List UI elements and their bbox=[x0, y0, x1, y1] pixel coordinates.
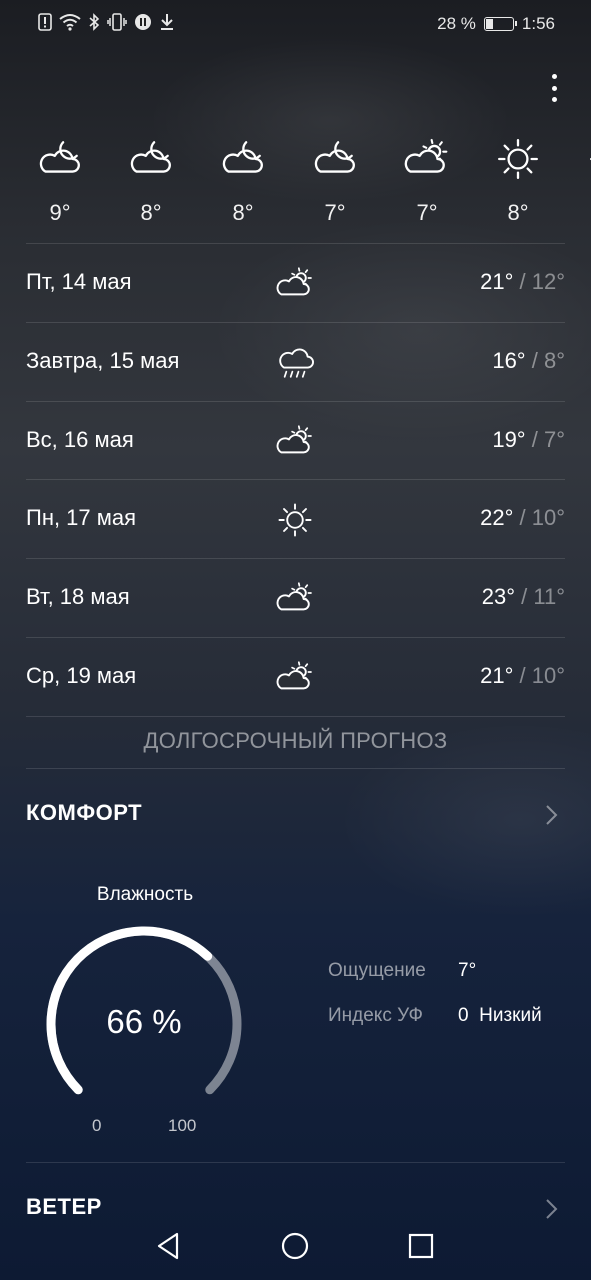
clock: 1:56 bbox=[521, 14, 555, 33]
home-icon[interactable] bbox=[279, 1230, 311, 1262]
battery-icon bbox=[483, 17, 517, 31]
uv-index-value: 0 Низкий bbox=[458, 1005, 542, 1027]
wind-chevron-icon[interactable] bbox=[541, 1197, 561, 1221]
recents-icon[interactable] bbox=[405, 1230, 437, 1262]
day-name: Пт, 14 мая bbox=[26, 269, 132, 294]
hourly-temp: 8° bbox=[140, 200, 162, 225]
rain-icon bbox=[276, 344, 314, 387]
gauge-min-label: 0 bbox=[92, 1116, 102, 1135]
high-temp: 19° bbox=[492, 426, 526, 452]
high-temp: 22° bbox=[480, 505, 514, 531]
hourly-item: 9° bbox=[30, 136, 90, 226]
hourly-temp: 8° bbox=[232, 200, 254, 225]
bluetooth-icon bbox=[89, 13, 100, 31]
battery-percent: 28 % bbox=[437, 14, 476, 33]
day-temps: 19° / 7° bbox=[492, 426, 565, 452]
high-temp: 21° bbox=[480, 269, 514, 294]
hourly-item: 8° bbox=[488, 136, 548, 226]
hourly-item: 8° bbox=[121, 136, 181, 226]
hourly-item: 8° bbox=[213, 136, 273, 226]
day-name: Вт, 18 мая bbox=[26, 584, 130, 610]
low-temp: 7° bbox=[543, 426, 565, 452]
back-icon[interactable] bbox=[153, 1230, 185, 1262]
feels-like-label: Ощущение bbox=[328, 960, 426, 981]
day-name: Ср, 19 мая bbox=[26, 663, 137, 688]
divider bbox=[26, 768, 565, 769]
sun-icon bbox=[276, 501, 314, 544]
alert-icon bbox=[38, 13, 52, 31]
divider bbox=[26, 1162, 565, 1163]
night-partly-cloudy-icon bbox=[305, 136, 365, 182]
daily-row[interactable]: Вс, 16 мая 19° / 7° bbox=[26, 401, 565, 479]
gauge-max-label: 100 bbox=[168, 1116, 197, 1135]
wifi-icon bbox=[59, 14, 81, 31]
day-temps: 23° / 11° bbox=[481, 584, 565, 610]
low-temp: 10° bbox=[531, 505, 565, 531]
hourly-temp: 7° bbox=[416, 200, 438, 225]
night-partly-cloudy-icon bbox=[30, 136, 90, 182]
daily-row[interactable]: Пн, 17 мая 22° / 10° bbox=[26, 479, 565, 557]
more-options-button[interactable] bbox=[544, 72, 564, 104]
feels-like-value: 7° bbox=[458, 960, 477, 981]
day-name: Вс, 16 мая bbox=[26, 426, 134, 452]
low-temp: 12° bbox=[531, 269, 565, 294]
comfort-title[interactable]: КОМФОРТ bbox=[26, 800, 142, 826]
high-temp: 21° bbox=[480, 663, 514, 688]
download-icon bbox=[161, 14, 173, 30]
partly-sunny-icon bbox=[276, 265, 314, 308]
day-temps: 21° / 12° bbox=[480, 269, 565, 294]
uv-index-level: Низкий bbox=[479, 1005, 542, 1026]
day-name: Пн, 17 мая bbox=[26, 505, 137, 531]
status-bar: 28 % 1:56 bbox=[0, 0, 591, 48]
partly-sunny-icon bbox=[276, 580, 314, 623]
daily-row[interactable]: Завтра, 15 мая 16° / 8° bbox=[26, 322, 565, 400]
day-temps: 16° / 8° bbox=[492, 347, 565, 373]
partial-hourly-item bbox=[580, 136, 591, 182]
navigation-bar bbox=[0, 1222, 591, 1270]
status-right: 28 % 1:56 bbox=[437, 14, 555, 34]
uv-index-label: Индекс УФ bbox=[328, 1005, 423, 1026]
divider bbox=[26, 715, 565, 717]
sun-icon bbox=[488, 136, 548, 182]
day-temps: 22° / 10° bbox=[480, 505, 565, 531]
hourly-temp: 7° bbox=[324, 200, 346, 225]
pause-circle-icon bbox=[135, 14, 151, 30]
comfort-chevron-icon[interactable] bbox=[541, 803, 561, 827]
long-term-forecast-link[interactable]: ДОЛГОСРОЧНЫЙ ПРОГНОЗ bbox=[0, 728, 591, 754]
high-temp: 23° bbox=[481, 584, 516, 610]
uv-index-number: 0 bbox=[458, 1005, 469, 1026]
day-temps: 21° / 10° bbox=[480, 663, 565, 688]
hourly-temp: 8° bbox=[507, 200, 529, 225]
low-temp: 10° bbox=[531, 663, 565, 688]
daily-row[interactable]: Вт, 18 мая 23° / 11° bbox=[26, 558, 565, 636]
night-partly-cloudy-icon bbox=[121, 136, 181, 182]
hourly-item: 7° bbox=[397, 136, 457, 226]
low-temp: 11° bbox=[533, 584, 565, 610]
partly-sunny-icon bbox=[276, 659, 314, 702]
status-icons bbox=[38, 13, 175, 31]
partly-sunny-icon bbox=[397, 136, 457, 182]
daily-row[interactable]: Пт, 14 мая 21° / 12° bbox=[26, 243, 565, 321]
humidity-label: Влажность bbox=[96, 884, 194, 905]
daily-row[interactable]: Ср, 19 мая 21° / 10° bbox=[26, 637, 565, 715]
hourly-temp: 9° bbox=[49, 200, 71, 225]
humidity-value: 66 % bbox=[106, 1003, 182, 1040]
high-temp: 16° bbox=[492, 347, 526, 373]
low-temp: 8° bbox=[543, 347, 565, 373]
wind-title[interactable]: ВЕТЕР bbox=[26, 1194, 102, 1220]
hourly-forecast[interactable]: 9° 8° 8° 7° 7° 8° bbox=[0, 136, 591, 236]
partly-sunny-icon bbox=[276, 423, 314, 466]
day-name: Завтра, 15 мая bbox=[26, 347, 180, 373]
night-partly-cloudy-icon bbox=[213, 136, 273, 182]
hourly-item: 7° bbox=[305, 136, 365, 226]
vibrate-icon bbox=[107, 13, 127, 31]
